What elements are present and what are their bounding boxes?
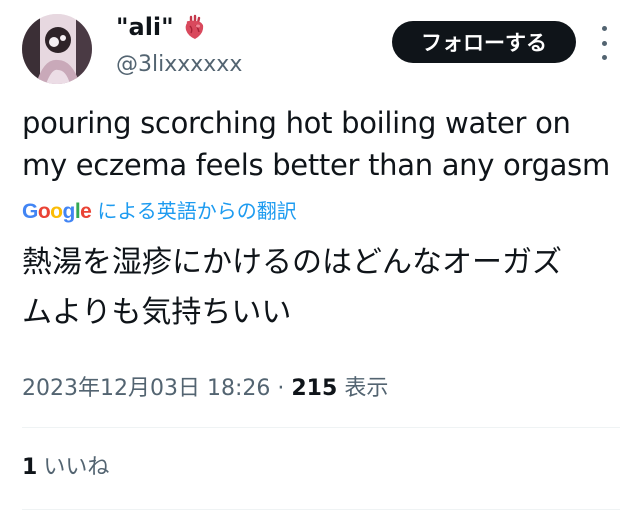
translation-link[interactable]: による英語からの翻訳 xyxy=(97,196,296,226)
like-count: 1 xyxy=(22,455,38,480)
author-handle[interactable]: @3lixxxxxx xyxy=(116,50,242,80)
follow-button[interactable]: フォローする xyxy=(392,21,576,63)
tweet-timestamp[interactable]: 2023年12月03日 18:26 xyxy=(22,376,270,401)
views-count: 215 xyxy=(291,376,338,401)
anatomical-heart-icon xyxy=(182,13,206,41)
author-display-name[interactable]: "ali" xyxy=(116,12,174,42)
tweet-text: pouring scorching hot boiling water on m… xyxy=(22,102,628,186)
translation-attribution[interactable]: Google による英語からの翻訳 xyxy=(22,196,297,227)
divider xyxy=(22,509,620,510)
divider xyxy=(22,427,620,428)
translated-text-line: ムよりも気持ちいい xyxy=(22,295,292,330)
likes-stat[interactable]: 1 いいね xyxy=(22,452,109,484)
views-label: 表示 xyxy=(344,376,389,401)
translated-text-line: 熱湯を湿疹にかけるのはどんなオーガズ xyxy=(22,245,562,280)
tweet-text-line: my eczema feels better than any orgasm xyxy=(22,148,610,182)
tweet-meta: 2023年12月03日 18:26 · 215 表示 xyxy=(22,373,388,405)
google-logo: Google xyxy=(22,200,92,223)
translated-text: 熱湯を湿疹にかけるのはどんなオーガズ ムよりも気持ちいい xyxy=(22,238,622,338)
more-options-icon[interactable] xyxy=(596,26,612,60)
meta-separator: · xyxy=(277,376,285,401)
avatar-image xyxy=(22,14,92,84)
author-name-row[interactable]: "ali" xyxy=(116,12,206,42)
likes-label: いいね xyxy=(43,455,110,480)
tweet-text-line: pouring scorching hot boiling water on xyxy=(22,106,571,140)
avatar[interactable] xyxy=(22,14,92,84)
